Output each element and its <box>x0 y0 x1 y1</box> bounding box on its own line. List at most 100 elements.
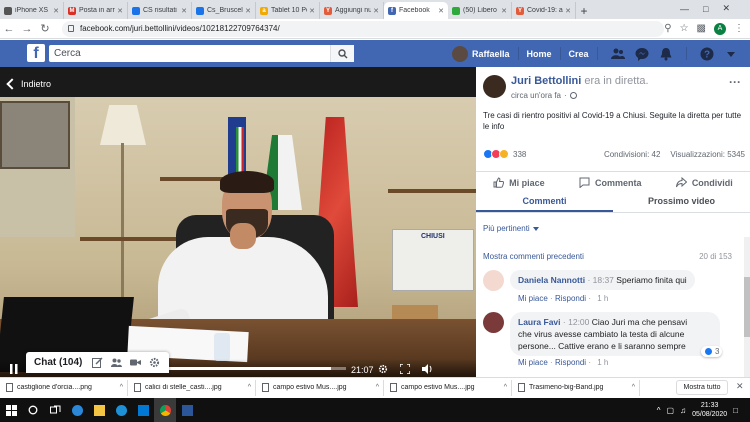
compose-icon[interactable] <box>92 357 103 368</box>
help-icon[interactable]: ? <box>700 47 714 61</box>
comment-filter-dropdown[interactable]: Più pertinenti <box>483 224 539 233</box>
nav-create[interactable]: Crea <box>569 49 589 59</box>
zoom-icon[interactable]: ⚲ <box>664 23 671 34</box>
more-options-icon[interactable]: ··· <box>729 75 741 89</box>
like-button[interactable]: Mi piace <box>493 177 545 188</box>
commenter-avatar[interactable] <box>483 270 504 291</box>
browser-menu-icon[interactable]: ⋮ <box>734 23 744 34</box>
download-item[interactable]: Trasimeno-big-Band.jpg ^ <box>512 379 640 396</box>
search-button[interactable] <box>330 45 354 62</box>
commenter-name[interactable]: Daniela Nannotti <box>518 275 585 285</box>
download-item[interactable]: calici di stelle_casti....jpg ^ <box>128 379 256 396</box>
browser-tab[interactable]: M Posta in arr ✕ <box>64 2 128 19</box>
tab-comments[interactable]: Commenti <box>476 193 613 212</box>
friend-requests-icon[interactable] <box>610 47 625 61</box>
settings-gear-icon[interactable] <box>378 364 388 374</box>
tab-close-icon[interactable]: ✕ <box>501 7 507 15</box>
browser-tab[interactable]: iPhone XS ✕ <box>0 2 64 19</box>
search-icon[interactable] <box>22 398 44 422</box>
shares-count[interactable]: Condivisioni: 42 <box>604 150 660 159</box>
share-button[interactable]: Condividi <box>675 177 733 188</box>
tray-chevron-icon[interactable]: ^ <box>657 406 661 415</box>
browser-tab[interactable]: Y Covid-19: a ✕ <box>512 2 576 19</box>
reload-icon[interactable]: ↻ <box>36 22 54 35</box>
user-avatar[interactable] <box>452 45 468 62</box>
back-link[interactable]: Indietro <box>6 78 51 90</box>
network-icon[interactable]: ▢ <box>667 406 675 415</box>
profile-avatar[interactable]: A <box>714 22 726 35</box>
author-avatar[interactable] <box>483 75 506 98</box>
word-icon[interactable] <box>176 398 198 422</box>
comment-reply-link[interactable]: Rispondi <box>555 294 586 303</box>
commenter-avatar[interactable] <box>483 312 504 333</box>
mail-icon[interactable] <box>132 398 154 422</box>
chevron-up-icon[interactable]: ^ <box>376 384 379 391</box>
chevron-up-icon[interactable]: ^ <box>120 384 123 391</box>
video-call-icon[interactable] <box>130 357 141 368</box>
post-time[interactable]: circa un'ora fa <box>511 91 561 100</box>
edge-icon[interactable] <box>66 398 88 422</box>
forward-icon[interactable]: → <box>18 23 36 35</box>
show-previous-comments-link[interactable]: Mostra commenti precedenti <box>483 252 584 261</box>
messenger-icon[interactable] <box>635 47 649 61</box>
comment-like-link[interactable]: Mi piace <box>518 294 548 303</box>
volume-icon[interactable]: ♫ <box>680 406 686 415</box>
tab-close-icon[interactable]: ✕ <box>181 7 187 15</box>
tab-close-icon[interactable]: ✕ <box>565 7 571 15</box>
browser-tab[interactable]: Y Aggiungi nu ✕ <box>320 2 384 19</box>
chat-bar[interactable]: Chat (104) <box>26 352 169 373</box>
browser-tab[interactable]: Cs_Brusceli ✕ <box>192 2 256 19</box>
tab-close-icon[interactable]: ✕ <box>438 7 444 15</box>
comment-button[interactable]: Commenta <box>579 177 642 188</box>
comment-reply-link[interactable]: Rispondi <box>555 358 586 367</box>
windows-start-icon[interactable] <box>0 398 22 422</box>
chrome-icon[interactable] <box>154 398 176 422</box>
tab-close-icon[interactable]: ✕ <box>53 7 59 15</box>
tab-close-icon[interactable]: ✕ <box>373 7 379 15</box>
extension-puzzle-icon[interactable]: ▩ <box>697 23 706 34</box>
chevron-up-icon[interactable]: ^ <box>632 384 635 391</box>
download-item[interactable]: campo estivo Mus....jpg ^ <box>256 379 384 396</box>
download-item[interactable]: castiglione d'orcia....png ^ <box>0 379 128 396</box>
commenter-name[interactable]: Laura Favi <box>518 317 561 327</box>
author-name[interactable]: Juri Bettollini <box>511 75 581 87</box>
url-input[interactable]: facebook.com/juri.bettollini/videos/1021… <box>62 20 664 37</box>
chevron-up-icon[interactable]: ^ <box>504 384 507 391</box>
facebook-logo[interactable]: f <box>27 44 45 62</box>
notifications-bell-icon[interactable] <box>659 47 673 61</box>
search-input[interactable]: Cerca <box>49 45 354 62</box>
close-download-shelf-icon[interactable]: ✕ <box>736 381 744 392</box>
edge-legacy-icon[interactable] <box>110 398 132 422</box>
new-group-icon[interactable] <box>111 357 122 368</box>
reactions-count[interactable]: 338 <box>513 150 526 159</box>
bookmark-star-icon[interactable]: ☆ <box>680 23 689 34</box>
chevron-up-icon[interactable]: ^ <box>248 384 251 391</box>
task-view-icon[interactable] <box>44 398 66 422</box>
tab-next-video[interactable]: Prossimo video <box>613 193 750 212</box>
browser-tab[interactable]: (50) Libero ✕ <box>448 2 512 19</box>
clock[interactable]: 21:33 05/08/2020 <box>692 401 727 419</box>
tab-close-icon[interactable]: ✕ <box>245 7 251 15</box>
minimize-icon[interactable]: — <box>680 4 689 14</box>
comments-scrollbar[interactable] <box>744 237 750 377</box>
nav-profile[interactable]: Raffaella <box>472 49 510 59</box>
tab-close-icon[interactable]: ✕ <box>117 7 123 15</box>
volume-icon[interactable] <box>422 364 434 374</box>
tab-close-icon[interactable]: ✕ <box>309 7 315 15</box>
chat-settings-gear-icon[interactable] <box>149 357 160 368</box>
close-window-icon[interactable]: ✕ <box>722 3 730 14</box>
download-item[interactable]: campo estivo Mus....jpg ^ <box>384 379 512 396</box>
notifications-icon[interactable]: □ <box>733 406 738 415</box>
browser-tab[interactable]: f Facebook ✕ <box>384 2 448 19</box>
browser-tab[interactable]: a Tablet 10 Pc ✕ <box>256 2 320 19</box>
scrollbar-thumb[interactable] <box>744 277 750 337</box>
comment-like-link[interactable]: Mi piace <box>518 358 548 367</box>
video-player[interactable]: CHIUSI Indietro 21:07 <box>0 67 476 377</box>
browser-tab[interactable]: CS risultati ✕ <box>128 2 192 19</box>
fullscreen-icon[interactable] <box>400 364 410 374</box>
new-tab-button[interactable]: + <box>576 2 592 19</box>
account-menu-chevron-icon[interactable] <box>724 47 738 61</box>
file-explorer-icon[interactable] <box>88 398 110 422</box>
nav-home[interactable]: Home <box>527 49 552 59</box>
comment-like-badge[interactable]: 3 <box>701 346 723 357</box>
